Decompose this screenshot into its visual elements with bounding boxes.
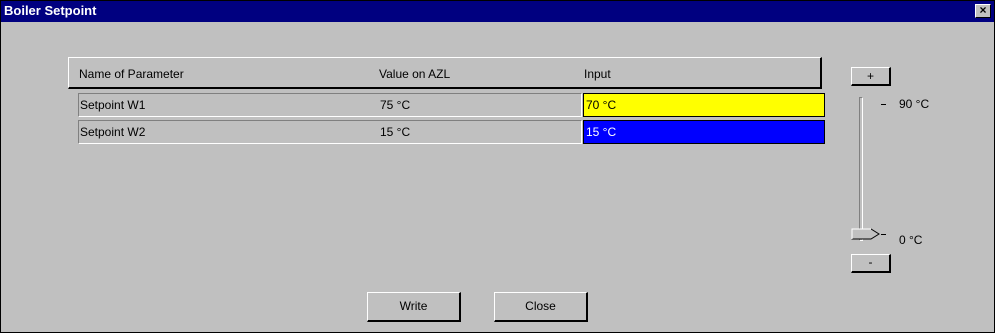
- write-button-label: Write: [399, 299, 428, 313]
- write-button[interactable]: Write: [367, 292, 461, 322]
- close-window-button[interactable]: ×: [975, 4, 991, 18]
- title-bar[interactable]: Boiler Setpoint ×: [1, 1, 994, 22]
- parameter-value: 75 °C: [380, 98, 411, 112]
- column-header-value: Value on AZL: [379, 67, 451, 81]
- close-icon: ×: [979, 3, 987, 17]
- column-header-input: Input: [584, 67, 611, 81]
- close-button[interactable]: Close: [494, 292, 588, 322]
- window-title: Boiler Setpoint: [4, 3, 97, 18]
- slider-min-label: 0 °C: [899, 233, 923, 247]
- table-row: Setpoint W2 15 °C: [78, 120, 582, 144]
- max-tick: [881, 104, 886, 105]
- boiler-setpoint-window: Boiler Setpoint × Name of Parameter Valu…: [0, 0, 995, 333]
- column-header-name: Name of Parameter: [79, 67, 184, 81]
- plus-icon: +: [866, 69, 874, 83]
- table-row: Setpoint W1 75 °C: [78, 93, 582, 117]
- setpoint-w2-input[interactable]: [583, 120, 825, 144]
- close-button-label: Close: [525, 299, 556, 313]
- decrease-button[interactable]: -: [851, 254, 891, 273]
- minus-icon: -: [868, 255, 873, 269]
- parameter-name: Setpoint W2: [80, 125, 146, 139]
- parameter-name: Setpoint W1: [80, 98, 146, 112]
- slider-max-label: 90 °C: [899, 97, 930, 111]
- increase-button[interactable]: +: [851, 67, 891, 86]
- parameter-value: 15 °C: [380, 125, 411, 139]
- slider-thumb[interactable]: [851, 228, 885, 250]
- table-header: Name of Parameter Value on AZL Input: [68, 57, 822, 89]
- setpoint-w1-input[interactable]: [583, 93, 825, 117]
- slider-track[interactable]: [859, 97, 863, 241]
- min-tick: [881, 234, 886, 235]
